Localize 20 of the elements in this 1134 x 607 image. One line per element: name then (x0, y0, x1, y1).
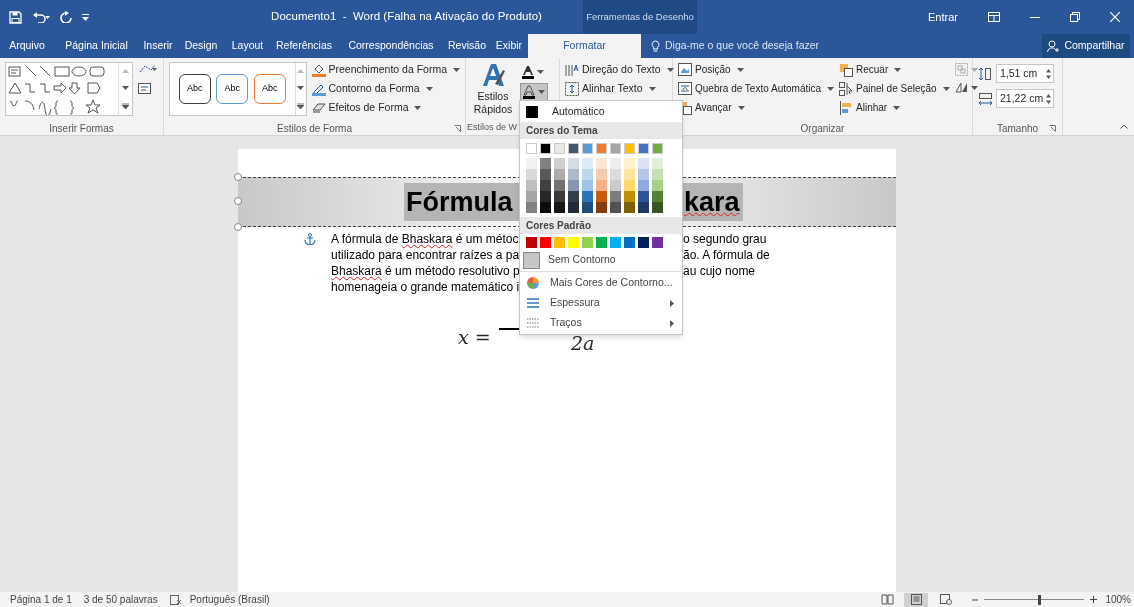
document-title: kara (684, 188, 740, 216)
group-label: Organizar (800, 121, 845, 136)
group-label: Inserir Formas (49, 121, 114, 136)
paragraph-text: Bhaskara é um método resolutivo p (331, 263, 520, 279)
menu-section-header: Cores Padrão (520, 217, 682, 234)
window-title: Documento1 - Word (Falha na Ativação do Produto) (270, 9, 543, 25)
paragraph-text: utilizado para encontrar raízes a pa (331, 247, 520, 263)
paragraph-text: o segundo grau (683, 231, 768, 247)
paragraph-text: A fórmula de Bhaskara é um métoc (331, 231, 520, 247)
paragraph-text: ão. A fórmula de (683, 247, 770, 263)
group-label: Estilos de W (467, 121, 517, 135)
formula-text: x = (458, 324, 491, 350)
group-label: Estilos de Forma (277, 121, 352, 136)
document-title: Fórmula (405, 188, 514, 216)
menu-section-header: Cores do Tema (520, 122, 682, 139)
paragraph-text: homenageia o grande matemático i (331, 279, 520, 295)
formula-text: 2a (570, 333, 595, 353)
group-label: Tamanho (996, 121, 1039, 136)
paragraph-text: au cujo nome (683, 263, 757, 279)
context-tab-header: Ferramentas de Desenho (583, 0, 697, 34)
